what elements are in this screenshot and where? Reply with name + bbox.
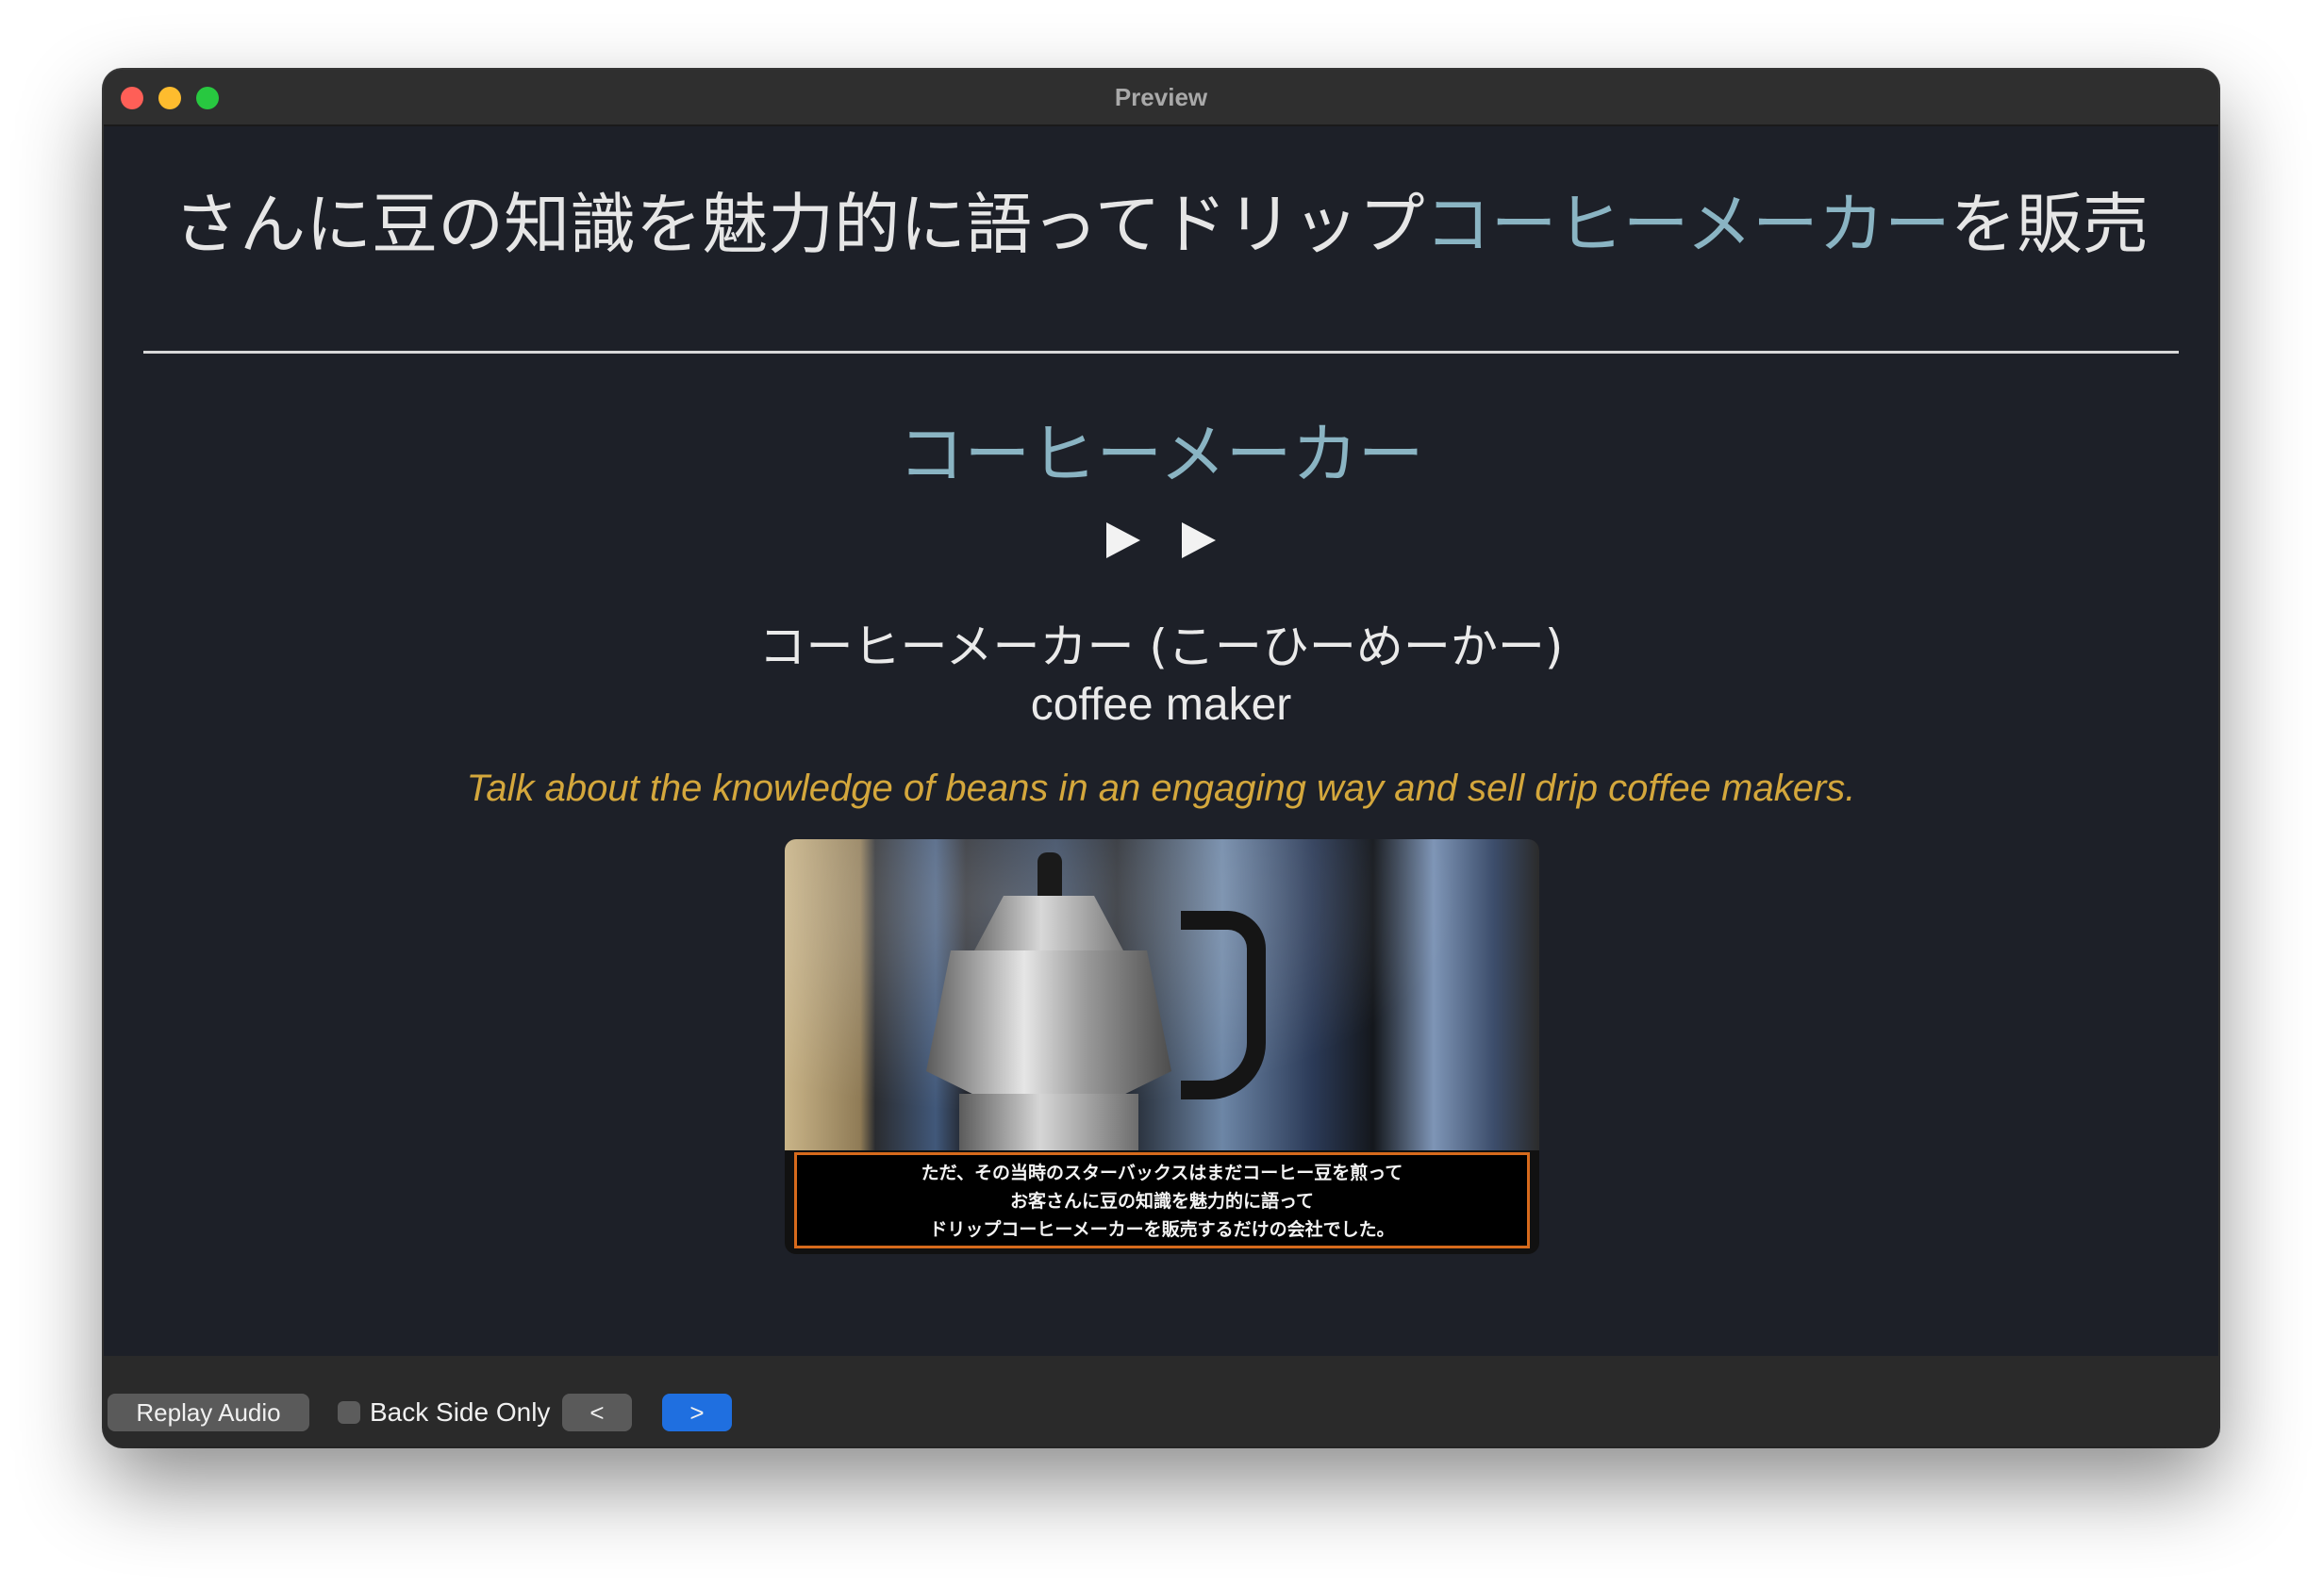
image-subtitle-line: ただ、その当時のスターバックスはまだコーヒー豆を煎って (921, 1163, 1403, 1183)
sentence-translation: Talk about the knowledge of beans in an … (466, 768, 1856, 809)
back-side-only-checkbox[interactable] (338, 1401, 360, 1424)
audio-controls (104, 522, 2218, 563)
title-bar: Preview (104, 70, 2218, 126)
front-sentence: さんに豆の知識を魅力的に語ってドリップコーヒーメーカーを販売 (104, 172, 2218, 267)
play-icon[interactable] (1106, 522, 1140, 558)
image-subtitle-line: ドリップコーヒーメーカーを販売するだけの会社でした。 (929, 1219, 1395, 1240)
play-icon[interactable] (1182, 522, 1216, 558)
moka-pot-base (959, 1094, 1138, 1150)
word-reading: コーヒーメーカー (こーひーめーかー) (758, 620, 1564, 674)
window-title: Preview (1114, 83, 1208, 111)
back-side-only-label: Back Side Only (370, 1397, 551, 1427)
image-background (785, 839, 1539, 1150)
next-button[interactable]: > (662, 1394, 732, 1431)
image-subtitle: ただ、その当時のスターバックスはまだコーヒー豆を煎って お客さんに豆の知識を魅力… (794, 1152, 1530, 1248)
front-sentence-before: さんに豆の知識を魅力的に語ってドリップ (174, 186, 1425, 263)
replay-audio-button[interactable]: Replay Audio (108, 1394, 309, 1431)
preview-window: Preview さんに豆の知識を魅力的に語ってドリップコーヒーメーカーを販売 コ… (104, 70, 2218, 1446)
word-meaning: coffee maker (1030, 680, 1292, 730)
divider (143, 351, 2179, 354)
image-subtitle-line: お客さんに豆の知識を魅力的に語って (1009, 1191, 1315, 1212)
moka-pot-knob (1038, 852, 1062, 901)
moka-pot-body (926, 950, 1171, 1101)
back-side-only-option[interactable]: Back Side Only (338, 1394, 550, 1431)
card-content: さんに豆の知識を魅力的に語ってドリップコーヒーメーカーを販売 コーヒーメーカー … (104, 126, 2218, 1356)
screenshot-image: ただ、その当時のスターバックスはまだコーヒー豆を煎って お客さんに豆の知識を魅力… (785, 839, 1539, 1254)
front-sentence-after: を販売 (1950, 186, 2149, 263)
target-word: コーヒーメーカー (898, 416, 1424, 493)
previous-button[interactable]: < (562, 1394, 632, 1431)
bottom-toolbar: Replay Audio Back Side Only < > (104, 1356, 2218, 1446)
moka-pot-handle (1181, 911, 1266, 1099)
front-sentence-highlight: コーヒーメーカー (1424, 186, 1950, 263)
